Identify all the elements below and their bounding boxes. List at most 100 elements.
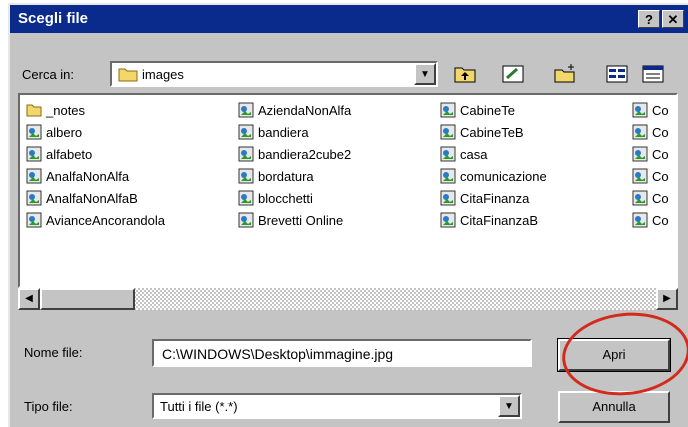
image-file-icon (26, 190, 42, 206)
list-item-label: comunicazione (460, 168, 547, 184)
image-file-icon (440, 190, 456, 206)
look-in-combo[interactable]: images ▼ (110, 61, 438, 87)
list-item-label: _notes (46, 102, 86, 118)
list-item-label: Co (652, 190, 669, 206)
list-item-label: CabineTeB (460, 124, 524, 140)
list-item-label: bandiera (258, 124, 309, 140)
list-item-label: bandiera2cube2 (258, 146, 352, 162)
list-item-label: AziendaNonAlfa (258, 102, 352, 118)
list-item[interactable]: bandiera2cube2 (238, 143, 351, 165)
up-one-level-icon (454, 67, 476, 83)
image-file-icon (440, 146, 456, 162)
list-item[interactable]: Co (632, 121, 669, 143)
list-item[interactable]: Co (632, 209, 669, 231)
up-one-level-button[interactable] (450, 60, 480, 88)
file-name-input[interactable]: C:\WINDOWS\Desktop\immagine.jpg (152, 339, 532, 367)
scroll-right-button[interactable]: ▶ (656, 288, 678, 310)
image-file-icon (238, 146, 254, 162)
image-file-icon (26, 168, 42, 184)
image-file-icon (632, 102, 648, 118)
list-item[interactable]: comunicazione (440, 165, 547, 187)
image-file-icon (632, 190, 648, 206)
list-item-label: CabineTe (460, 102, 515, 118)
file-name-label: Nome file: (24, 345, 83, 360)
file-column-2: AziendaNonAlfa bandiera bandiera2cube2 b… (238, 99, 351, 231)
list-item[interactable]: CabineTeB (440, 121, 547, 143)
scroll-thumb[interactable] (40, 288, 135, 310)
list-item-label: Co (652, 124, 669, 140)
look-in-label: Cerca in: (22, 67, 75, 82)
image-file-icon (26, 212, 42, 228)
dialog-title: Scegli file (18, 10, 89, 27)
list-item[interactable]: CitaFinanzaB (440, 209, 547, 231)
list-item[interactable]: CabineTe (440, 99, 547, 121)
details-view-button[interactable] (638, 60, 668, 88)
list-item[interactable]: blocchetti (238, 187, 351, 209)
list-item[interactable]: AnalfaNonAlfa (26, 165, 165, 187)
cancel-button[interactable]: Annulla (558, 391, 670, 423)
horizontal-scrollbar[interactable]: ◀ ▶ (18, 288, 678, 310)
list-item-label: casa (460, 146, 488, 162)
file-type-select[interactable]: Tutti i file (*.*) ▼ (152, 393, 522, 419)
list-item[interactable]: Co (632, 187, 669, 209)
list-item-label: Brevetti Online (258, 212, 344, 228)
file-list[interactable]: _notes albero alfabeto AnalfaNonAlfa Ana… (18, 93, 678, 288)
scroll-left-button[interactable]: ◀ (18, 288, 40, 310)
folder-icon (26, 104, 42, 117)
image-file-icon (238, 124, 254, 140)
list-item-label: AnalfaNonAlfa (46, 168, 130, 184)
close-button[interactable]: ✕ (662, 10, 684, 28)
list-item-label: Co (652, 146, 669, 162)
list-item[interactable]: Co (632, 165, 669, 187)
look-in-value: images (142, 67, 184, 82)
image-file-icon (26, 146, 42, 162)
title-bar: Scegli file ? ✕ (10, 5, 688, 33)
image-file-icon (26, 124, 42, 140)
desktop-button[interactable] (498, 60, 528, 88)
file-column-4: Co Co Co Co Co Co (632, 99, 669, 231)
new-folder-button[interactable] (550, 60, 580, 88)
list-view-button[interactable] (602, 60, 632, 88)
list-item-label: albero (46, 124, 83, 140)
image-file-icon (632, 146, 648, 162)
file-name-value: C:\WINDOWS\Desktop\immagine.jpg (162, 346, 394, 362)
open-file-dialog: Scegli file ? ✕ Cerca in: images ▼ _note… (8, 3, 688, 427)
image-file-icon (238, 212, 254, 228)
list-item[interactable]: AnalfaNonAlfaB (26, 187, 165, 209)
list-item-label: bordatura (258, 168, 314, 184)
open-button[interactable]: Apri (557, 338, 671, 372)
image-file-icon (632, 124, 648, 140)
list-item[interactable]: Co (632, 99, 669, 121)
chevron-down-icon[interactable]: ▼ (498, 395, 520, 417)
list-item-label: alfabeto (46, 146, 93, 162)
help-button[interactable]: ? (638, 10, 660, 28)
list-item-label: AnalfaNonAlfaB (46, 190, 138, 206)
list-item[interactable]: bandiera (238, 121, 351, 143)
desktop-icon (502, 65, 524, 83)
image-file-icon (238, 102, 254, 118)
image-file-icon (440, 168, 456, 184)
list-item[interactable]: _notes (26, 99, 165, 121)
list-item[interactable]: alfabeto (26, 143, 165, 165)
file-type-value: Tutti i file (*.*) (160, 399, 238, 414)
list-item[interactable]: casa (440, 143, 547, 165)
file-type-label: Tipo file: (24, 399, 73, 414)
list-item[interactable]: bordatura (238, 165, 351, 187)
list-item-label: CitaFinanza (460, 190, 530, 206)
list-item[interactable]: AziendaNonAlfa (238, 99, 351, 121)
image-file-icon (440, 212, 456, 228)
image-file-icon (440, 124, 456, 140)
chevron-down-icon[interactable]: ▼ (414, 63, 436, 85)
list-item[interactable]: AvianceAncorandola (26, 209, 165, 231)
list-item-label: Co (652, 102, 669, 118)
list-item-label: AvianceAncorandola (46, 212, 166, 228)
image-file-icon (238, 190, 254, 206)
new-folder-icon (554, 64, 575, 83)
image-file-icon (632, 212, 648, 228)
list-view-icon (606, 65, 628, 83)
list-item[interactable]: Brevetti Online (238, 209, 351, 231)
file-column-3: CabineTe CabineTeB casa comunicazione Ci… (440, 99, 547, 231)
list-item[interactable]: Co (632, 143, 669, 165)
list-item[interactable]: CitaFinanza (440, 187, 547, 209)
list-item[interactable]: albero (26, 121, 165, 143)
